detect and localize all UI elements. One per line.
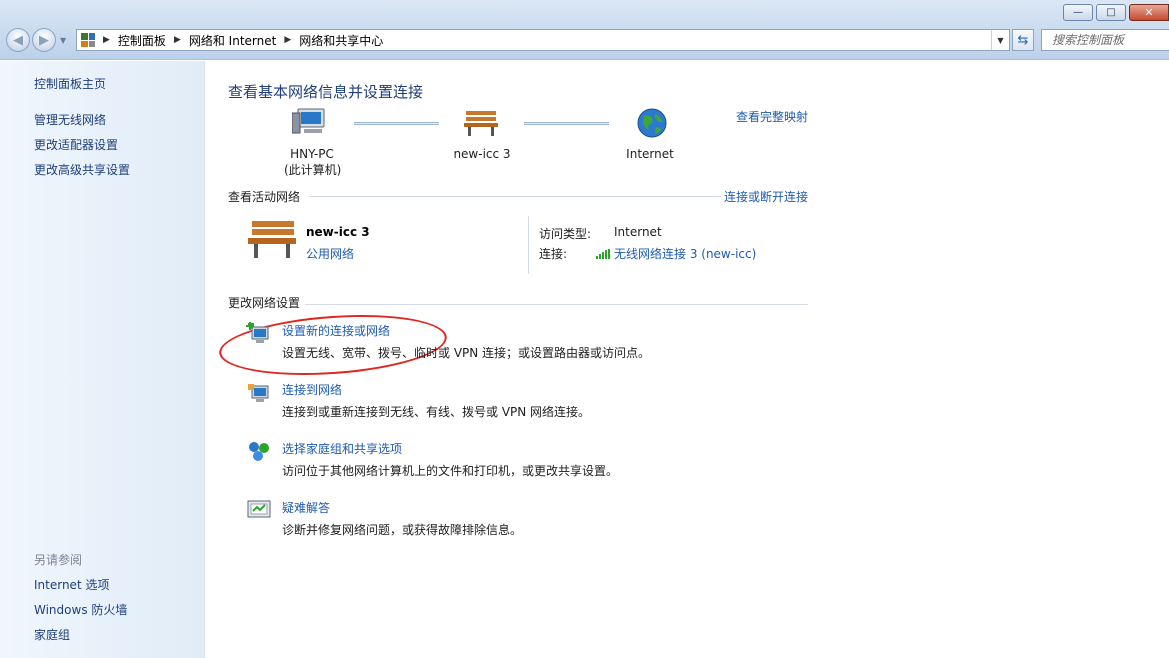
refresh-icon: ⇆ bbox=[1017, 32, 1029, 48]
connection-row: 无线网络连接 3 (new-icc) bbox=[596, 245, 756, 262]
connect-to-network-desc: 连接到或重新连接到无线、有线、拨号或 VPN 网络连接。 bbox=[282, 405, 591, 419]
setup-new-connection-link[interactable]: 设置新的连接或网络 bbox=[282, 322, 390, 339]
computer-icon bbox=[292, 108, 325, 134]
access-type-value: Internet bbox=[614, 225, 662, 239]
sidebar-item-advanced-sharing[interactable]: 更改高级共享设置 bbox=[34, 161, 130, 178]
breadcrumb-control-panel[interactable]: 控制面板 bbox=[118, 32, 166, 49]
back-button[interactable]: ◀ bbox=[6, 28, 30, 52]
breadcrumb-network-internet[interactable]: 网络和 Internet bbox=[189, 32, 276, 49]
sidebar: 控制面板主页 管理无线网络 更改适配器设置 更改高级共享设置 另请参阅 Inte… bbox=[0, 61, 205, 658]
public-network-bench-icon bbox=[248, 221, 296, 258]
window-buttons: — □ ✕ bbox=[1060, 4, 1169, 21]
see-also-heading: 另请参阅 bbox=[34, 553, 83, 567]
computer-subtitle: (此计算机) bbox=[284, 163, 342, 177]
breadcrumb-separator-icon[interactable]: ▶ bbox=[103, 35, 110, 45]
vertical-divider bbox=[528, 216, 529, 274]
troubleshoot-icon bbox=[247, 500, 271, 518]
computer-node-label: HNY-PC (此计算机) bbox=[284, 147, 342, 178]
change-settings-title: 更改网络设置 bbox=[228, 296, 301, 310]
section-divider bbox=[305, 304, 808, 305]
new-connection-icon bbox=[246, 322, 269, 343]
connect-to-network-link[interactable]: 连接到网络 bbox=[282, 381, 342, 398]
close-button[interactable]: ✕ bbox=[1129, 4, 1169, 21]
sidebar-item-adapter-settings[interactable]: 更改适配器设置 bbox=[34, 136, 118, 153]
connect-network-icon bbox=[248, 384, 269, 402]
maximize-button[interactable]: □ bbox=[1096, 4, 1126, 21]
homegroup-sharing-desc: 访问位于其他网络计算机上的文件和打印机，或更改共享设置。 bbox=[282, 464, 619, 478]
computer-name: HNY-PC bbox=[290, 147, 334, 161]
breadcrumb-separator-icon[interactable]: ▶ bbox=[284, 35, 291, 45]
recent-pages-dropdown-icon[interactable]: ▼ bbox=[60, 36, 66, 45]
navigation-buttons: ◀ ▶ ▼ bbox=[6, 28, 66, 52]
page-title: 查看基本网络信息并设置连接 bbox=[228, 83, 424, 101]
network-node-label: new-icc 3 bbox=[453, 147, 511, 161]
see-also-internet-options[interactable]: Internet 选项 bbox=[34, 576, 109, 593]
wireless-connection-link[interactable]: 无线网络连接 3 (new-icc) bbox=[614, 245, 756, 262]
breadcrumb: ▶ 控制面板 ▶ 网络和 Internet ▶ 网络和共享中心 bbox=[101, 32, 383, 49]
troubleshoot-link[interactable]: 疑难解答 bbox=[282, 499, 330, 516]
active-network-name: new-icc 3 bbox=[306, 225, 370, 239]
internet-node-label: Internet bbox=[626, 147, 674, 161]
wifi-signal-icon bbox=[596, 248, 610, 259]
active-networks-title: 查看活动网络 bbox=[228, 190, 301, 204]
connection-line bbox=[354, 122, 439, 125]
setup-new-connection-desc: 设置无线、宽带、拨号、临时或 VPN 连接；或设置路由器或访问点。 bbox=[282, 346, 651, 360]
troubleshoot-desc: 诊断并修复网络问题，或获得故障排除信息。 bbox=[282, 523, 523, 537]
address-dropdown-icon[interactable]: ▼ bbox=[991, 30, 1009, 50]
forward-arrow-icon: ▶ bbox=[39, 32, 49, 48]
forward-button[interactable]: ▶ bbox=[32, 28, 56, 52]
internet-globe-icon bbox=[637, 108, 667, 138]
main-content: 查看基本网络信息并设置连接 查看完整映射 HNY-PC (此计算机) new-i… bbox=[206, 61, 1169, 658]
view-full-map-link[interactable]: 查看完整映射 bbox=[736, 108, 808, 125]
address-bar[interactable]: ▶ 控制面板 ▶ 网络和 Internet ▶ 网络和共享中心 ▼ bbox=[76, 29, 1010, 51]
see-also-windows-firewall[interactable]: Windows 防火墙 bbox=[34, 601, 127, 618]
homegroup-sharing-link[interactable]: 选择家庭组和共享选项 bbox=[282, 440, 402, 457]
search-input[interactable] bbox=[1052, 33, 1169, 47]
window-chrome: — □ ✕ ◀ ▶ ▼ ▶ 控制面板 ▶ 网络和 Internet ▶ 网络和共… bbox=[0, 0, 1169, 60]
search-box[interactable] bbox=[1041, 29, 1169, 51]
close-icon: ✕ bbox=[1144, 6, 1154, 19]
see-also-homegroup[interactable]: 家庭组 bbox=[34, 626, 70, 643]
connect-disconnect-link[interactable]: 连接或断开连接 bbox=[724, 188, 808, 205]
back-arrow-icon: ◀ bbox=[13, 32, 23, 48]
control-panel-icon bbox=[81, 33, 95, 47]
bench-network-icon bbox=[464, 111, 498, 136]
minimize-icon: — bbox=[1073, 6, 1083, 18]
breadcrumb-separator-icon[interactable]: ▶ bbox=[174, 35, 181, 45]
access-type-label: 访问类型: bbox=[539, 227, 592, 241]
refresh-button[interactable]: ⇆ bbox=[1012, 29, 1034, 51]
connection-label: 连接: bbox=[539, 247, 568, 261]
homegroup-sharing-icon bbox=[249, 442, 269, 461]
minimize-button[interactable]: — bbox=[1063, 4, 1093, 21]
maximize-icon: □ bbox=[1106, 6, 1116, 18]
sidebar-item-manage-wireless[interactable]: 管理无线网络 bbox=[34, 111, 106, 128]
section-divider bbox=[309, 196, 721, 197]
sidebar-control-panel-home[interactable]: 控制面板主页 bbox=[34, 75, 106, 92]
breadcrumb-network-sharing-center[interactable]: 网络和共享中心 bbox=[299, 32, 383, 49]
connection-line bbox=[524, 122, 609, 125]
network-type-link[interactable]: 公用网络 bbox=[306, 245, 354, 262]
